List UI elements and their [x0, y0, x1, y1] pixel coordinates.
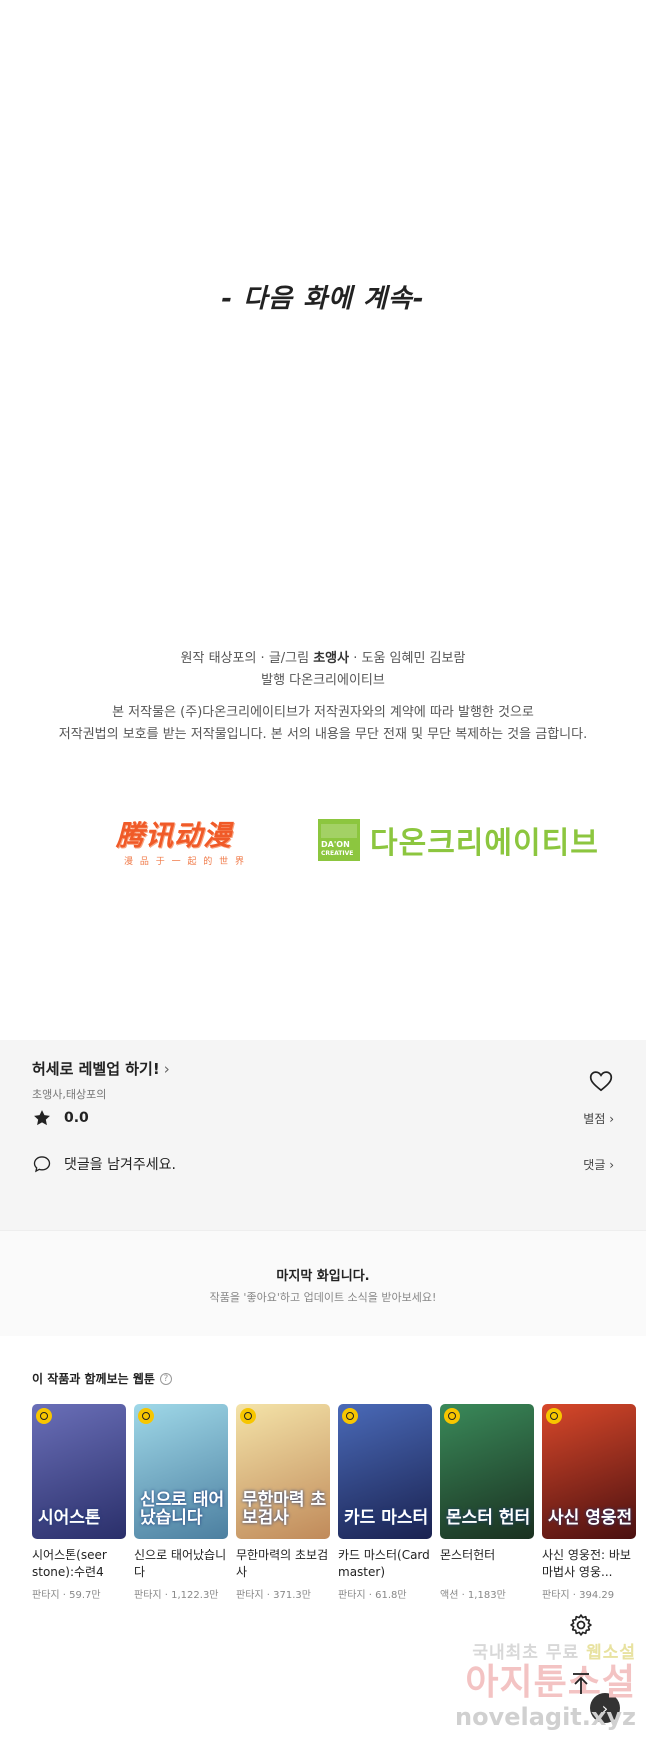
- copyright-line-1: 본 저작물은 (주)다온크리에이티브가 저작권자와의 계약에 따라 발행한 것으…: [112, 705, 534, 720]
- tencent-logo-slogan: 漫 品 于 一 起 的 世 界: [124, 857, 247, 867]
- recommendation-card[interactable]: 무한마력 초보검사무한마력의 초보검사판타지 · 371.3만: [236, 1404, 330, 1601]
- wait-free-clock-icon: [342, 1408, 358, 1424]
- cover-title: 몬스터 헌터: [446, 1508, 531, 1528]
- recommendation-card[interactable]: 카드 마스터카드 마스터(Card master) 판타지 · 61.8만: [338, 1404, 432, 1601]
- daon-logo-text: 다온크리에이티브: [370, 826, 599, 861]
- copyright-line-2: 저작권법의 보호를 받는 저작물입니다. 본 서의 내용을 무단 전재 및 무단…: [58, 727, 588, 742]
- tencent-logo-text: 腾讯动漫: [116, 819, 233, 852]
- credits-artist: 초앵사: [313, 651, 350, 666]
- cover-title: 사신 영웅전: [548, 1508, 633, 1528]
- rating-value: 0.0: [64, 1110, 89, 1126]
- webtoon-title[interactable]: 카드 마스터(Card master): [338, 1547, 432, 1581]
- webtoon-cover[interactable]: 카드 마스터: [338, 1404, 432, 1539]
- recommendation-card[interactable]: 사신 영웅전사신 영웅전: 바보 마법사 영웅... 판타지 · 394.29: [542, 1404, 636, 1601]
- series-title-link[interactable]: 허세로 레벨업 하기! ›: [32, 1058, 170, 1079]
- webtoon-meta: 판타지 · 371.3만: [236, 1590, 311, 1601]
- last-episode-subtitle: 작품을 '좋아요'하고 업데이트 소식을 받아보세요!: [209, 1291, 437, 1304]
- comment-bubble-icon: [33, 1156, 51, 1173]
- comment-row[interactable]: 댓글을 남겨주세요. 댓글 ›: [32, 1152, 614, 1176]
- episode-end-panel: - 다음 화에 계속- 원작 태상포의 · 글/그림 초앵사 · 도움 임혜민 …: [0, 0, 646, 1040]
- watermark-line-2: 아지툰소설: [465, 1662, 636, 1703]
- settings-gear-icon[interactable]: [568, 1612, 594, 1638]
- webtoon-meta: 판타지 · 59.7만: [32, 1590, 101, 1601]
- site-watermark: 국내최초 무료 웹소설 아지툰소설 novelagit.xyz: [440, 1638, 646, 1745]
- recommendation-card[interactable]: 시어스톤시어스톤(seer stone):수련4만... 판타지 · 59.7만: [32, 1404, 126, 1601]
- webtoon-title[interactable]: 신으로 태어났습니다: [134, 1547, 228, 1581]
- daon-creative-logo: DA'ON CREATIVE 다온크리에이티브: [318, 818, 599, 862]
- last-episode-title: 마지막 화입니다.: [276, 1269, 370, 1284]
- help-icon[interactable]: ?: [159, 1372, 172, 1385]
- chevron-right-icon: ›: [163, 1060, 170, 1078]
- daon-logo-box: DA'ON CREATIVE: [318, 819, 360, 861]
- title-info-section: 허세로 레벨업 하기! › 초앵사,태상포의 0.0 별점 › 댓글을 남겨주세요…: [0, 1040, 646, 1230]
- credits: 원작 태상포의 · 글/그림 초앵사 · 도움 임혜민 김보람 발행 다온크리에…: [0, 648, 646, 692]
- rate-link[interactable]: 별점 ›: [583, 1110, 614, 1127]
- heart-icon[interactable]: [588, 1068, 614, 1094]
- watermark-line-1-b: 웹소설: [586, 1643, 636, 1663]
- scroll-to-top-icon[interactable]: [571, 1672, 591, 1696]
- wait-free-clock-icon: [444, 1408, 460, 1424]
- webtoon-meta: 판타지 · 1,122.3만: [134, 1590, 219, 1601]
- cover-title: 시어스톤: [38, 1508, 101, 1528]
- to-be-continued-text: - 다음 화에 계속-: [221, 284, 425, 314]
- rating-row[interactable]: 0.0 별점 ›: [32, 1106, 614, 1130]
- watermark-line-1: 국내최초 무료 웹소설: [440, 1638, 636, 1663]
- wait-free-clock-icon: [36, 1408, 52, 1424]
- daon-logo-box-line-1: DA'ON: [321, 840, 350, 849]
- series-authors: 초앵사,태상포의: [32, 1088, 107, 1101]
- webtoon-meta: 판타지 · 394.29: [542, 1590, 615, 1601]
- wait-free-clock-icon: [546, 1408, 562, 1424]
- recommendation-card[interactable]: 신으로 태어났습니다 신으로 태어났습니다 판타지 · 1,122.3만: [134, 1404, 228, 1601]
- recommendations-heading: 이 작품과 함께보는 웹툰 ?: [32, 1370, 172, 1387]
- webtoon-meta: 판타지 · 61.8만: [338, 1590, 407, 1601]
- tencent-comics-logo: 腾讯动漫 漫 品 于 一 起 的 世 界: [116, 814, 252, 870]
- credits-assist: · 도움 임혜민 김보람: [349, 651, 466, 666]
- webtoon-cover[interactable]: 무한마력 초보검사: [236, 1404, 330, 1539]
- wait-free-clock-icon: [240, 1408, 256, 1424]
- webtoon-title[interactable]: 사신 영웅전: 바보 마법사 영웅...: [542, 1547, 636, 1581]
- credits-original: 원작 태상포의 · 글/그림: [180, 651, 314, 666]
- series-title: 허세로 레벨업 하기!: [32, 1060, 160, 1078]
- watermark-line-1-a: 국내최초 무료: [472, 1643, 587, 1663]
- webtoon-cover[interactable]: 신으로 태어났습니다: [134, 1404, 228, 1539]
- webtoon-cover[interactable]: 시어스톤: [32, 1404, 126, 1539]
- cover-title: 카드 마스터: [344, 1508, 429, 1528]
- webtoon-meta: 액션 · 1,183만: [440, 1590, 506, 1601]
- wait-free-clock-icon: [138, 1408, 154, 1424]
- webtoon-title[interactable]: 무한마력의 초보검사: [236, 1547, 330, 1581]
- recommendation-card[interactable]: 몬스터 헌터몬스터헌터액션 · 1,183만: [440, 1404, 534, 1601]
- cover-title: 무한마력 초보검사: [242, 1490, 327, 1528]
- watermark-line-3: novelagit.xyz: [454, 1703, 636, 1731]
- comments-link[interactable]: 댓글 ›: [583, 1156, 614, 1173]
- credits-line-1: 원작 태상포의 · 글/그림 초앵사 · 도움 임혜민 김보람: [0, 648, 646, 670]
- last-episode-notice: 마지막 화입니다. 작품을 '좋아요'하고 업데이트 소식을 받아보세요!: [0, 1230, 646, 1336]
- webtoon-title[interactable]: 몬스터헌터: [440, 1547, 534, 1581]
- daon-logo-box-line-2: CREATIVE: [321, 850, 354, 857]
- star-icon: [34, 1110, 50, 1126]
- webtoon-cover[interactable]: 몬스터 헌터: [440, 1404, 534, 1539]
- cover-title: 신으로 태어났습니다: [140, 1490, 225, 1528]
- webtoon-title[interactable]: 시어스톤(seer stone):수련4만...: [32, 1547, 126, 1581]
- comment-prompt: 댓글을 남겨주세요.: [64, 1157, 176, 1173]
- copyright-notice: 본 저작물은 (주)다온크리에이티브가 저작권자와의 계약에 따라 발행한 것으…: [0, 702, 646, 746]
- credits-publisher: 발행 다온크리에이티브: [261, 673, 385, 688]
- recommendations-section: 이 작품과 함께보는 웹툰 ? 시어스톤시어스톤(seer stone):수련4…: [0, 1336, 646, 1723]
- recommendation-carousel: 시어스톤시어스톤(seer stone):수련4만... 판타지 · 59.7만 신…: [32, 1404, 646, 1624]
- recommendations-heading-text: 이 작품과 함께보는 웹툰: [32, 1372, 155, 1386]
- webtoon-cover[interactable]: 사신 영웅전: [542, 1404, 636, 1539]
